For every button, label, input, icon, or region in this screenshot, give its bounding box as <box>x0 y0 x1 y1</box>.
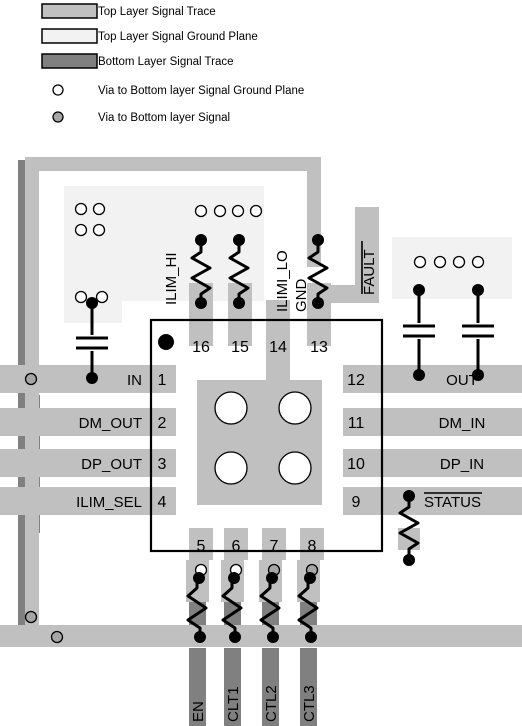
pin-number-8: 8 <box>308 538 317 555</box>
legend-label-top-layer-signal-ground-plane: Top Layer Signal Ground Plane <box>98 31 258 43</box>
pin-label-in: IN <box>127 372 142 389</box>
pad-dot <box>266 572 278 584</box>
thermal-via <box>214 451 248 485</box>
pin-number-7: 7 <box>270 538 279 555</box>
pad-dot <box>228 572 240 584</box>
pin-label-ilim-sel: ILIM_SEL <box>76 494 142 511</box>
pin-label-ctl3: CTL3 <box>301 685 318 722</box>
pin-label-ilimi-lo: ILIMI_LO <box>274 250 291 312</box>
pcb-layout-diagram: Top Layer Signal Trace Top Layer Signal … <box>0 0 522 726</box>
pad-dot <box>233 234 245 246</box>
pin-number-2: 2 <box>158 415 167 432</box>
via-gnd <box>433 255 447 269</box>
ground-plane-right <box>392 237 512 299</box>
via-gnd <box>92 223 106 237</box>
pad-dot <box>267 631 279 643</box>
via-gnd <box>231 204 245 218</box>
pin-label-ilim-hi: ILIM_HI <box>163 252 180 305</box>
thermal-via <box>214 391 248 425</box>
pin-number-6: 6 <box>232 538 241 555</box>
pad-dot <box>305 631 317 643</box>
pad-dot <box>195 297 207 309</box>
via-gnd <box>74 290 88 304</box>
pin-label-dp-in: DP_IN <box>440 456 484 473</box>
legend-swatch-top-layer-signal-trace <box>41 3 98 19</box>
legend-swatch-top-layer-signal-ground-plane <box>41 28 98 44</box>
pad-dot <box>403 490 415 502</box>
pad-dot <box>403 554 415 566</box>
via-gnd <box>194 204 208 218</box>
via-gnd <box>452 255 466 269</box>
pin-label-dm-out: DM_OUT <box>79 415 142 432</box>
thermal-via <box>278 391 312 425</box>
top-trace-bottom-horizontal <box>0 625 522 647</box>
via-gnd <box>413 255 427 269</box>
diagram-canvas: Top Layer Signal Trace Top Layer Signal … <box>0 3 522 726</box>
via-gnd <box>74 223 88 237</box>
top-pad-pin-10 <box>343 449 522 477</box>
via-signal <box>24 372 38 386</box>
pin-label-fault: FAULT <box>361 249 378 295</box>
pin-label-dp-out: DP_OUT <box>81 456 142 473</box>
via-gnd <box>249 204 263 218</box>
thermal-via <box>278 451 312 485</box>
top-trace-left-vertical <box>25 167 39 630</box>
via-gnd <box>95 290 109 304</box>
top-trace-top-horizontal <box>25 157 321 171</box>
legend-label-via-to-bottom-layer-signal: Via to Bottom layer Signal <box>98 112 230 124</box>
pin-label-ctl2: CTL2 <box>263 685 280 722</box>
pin-number-12: 12 <box>347 372 365 389</box>
pad-dot <box>194 631 206 643</box>
legend: Top Layer Signal Trace Top Layer Signal … <box>41 3 304 124</box>
pad-dot <box>413 369 425 381</box>
pin-number-11: 11 <box>348 415 365 432</box>
pad-dot <box>304 572 316 584</box>
via-gnd <box>213 204 227 218</box>
pin-number-9: 9 <box>352 494 361 511</box>
pin-number-15: 15 <box>231 339 249 356</box>
pin1-dot-icon <box>158 334 174 350</box>
pin-label-dm-in: DM_IN <box>439 415 486 432</box>
legend-swatch-via-to-bottom-layer-signal <box>52 111 64 123</box>
pin-label-status-group: STATUS <box>424 492 482 511</box>
pin-number-4: 4 <box>158 494 167 511</box>
pin-number-16: 16 <box>192 339 210 356</box>
pin-label-status: STATUS <box>424 494 481 511</box>
pin-number-5: 5 <box>197 538 206 555</box>
pad-dot <box>86 372 98 384</box>
via-signal <box>50 630 64 644</box>
pin-number-10: 10 <box>347 456 365 473</box>
legend-label-bottom-layer-signal-trace: Bottom Layer Signal Trace <box>98 56 234 68</box>
legend-swatch-via-to-bottom-layer-signal-ground-plane <box>52 84 64 96</box>
via-gnd <box>471 255 485 269</box>
pad-dot <box>413 284 425 296</box>
legend-label-top-layer-signal-trace: Top Layer Signal Trace <box>98 6 216 18</box>
pad-dot <box>312 297 324 309</box>
pad-dot <box>233 297 245 309</box>
pad-dot <box>86 297 98 309</box>
pin-label-out: OUT <box>446 372 478 389</box>
pad-dot <box>229 631 241 643</box>
pad-dot <box>312 234 324 246</box>
pad-dot <box>195 234 207 246</box>
pin-number-13: 13 <box>310 339 328 356</box>
pin-number-14: 14 <box>269 339 287 356</box>
top-pad-pin-12 <box>343 365 522 393</box>
pad-dot <box>472 284 484 296</box>
pad-dot <box>193 572 205 584</box>
legend-label-via-to-bottom-layer-signal-ground-plane: Via to Bottom layer Signal Ground Plane <box>98 85 304 97</box>
pin-label-en: EN <box>190 701 207 722</box>
pin-number-3: 3 <box>158 456 167 473</box>
top-pad-pin-11 <box>343 408 522 436</box>
via-signal <box>24 610 38 624</box>
pin-number-1: 1 <box>158 372 167 389</box>
via-gnd <box>92 202 106 216</box>
pin-label-clt1: CLT1 <box>225 686 242 722</box>
pin-label-gnd: GND <box>293 279 310 313</box>
via-gnd <box>74 202 88 216</box>
legend-swatch-bottom-layer-signal-trace <box>41 53 98 69</box>
